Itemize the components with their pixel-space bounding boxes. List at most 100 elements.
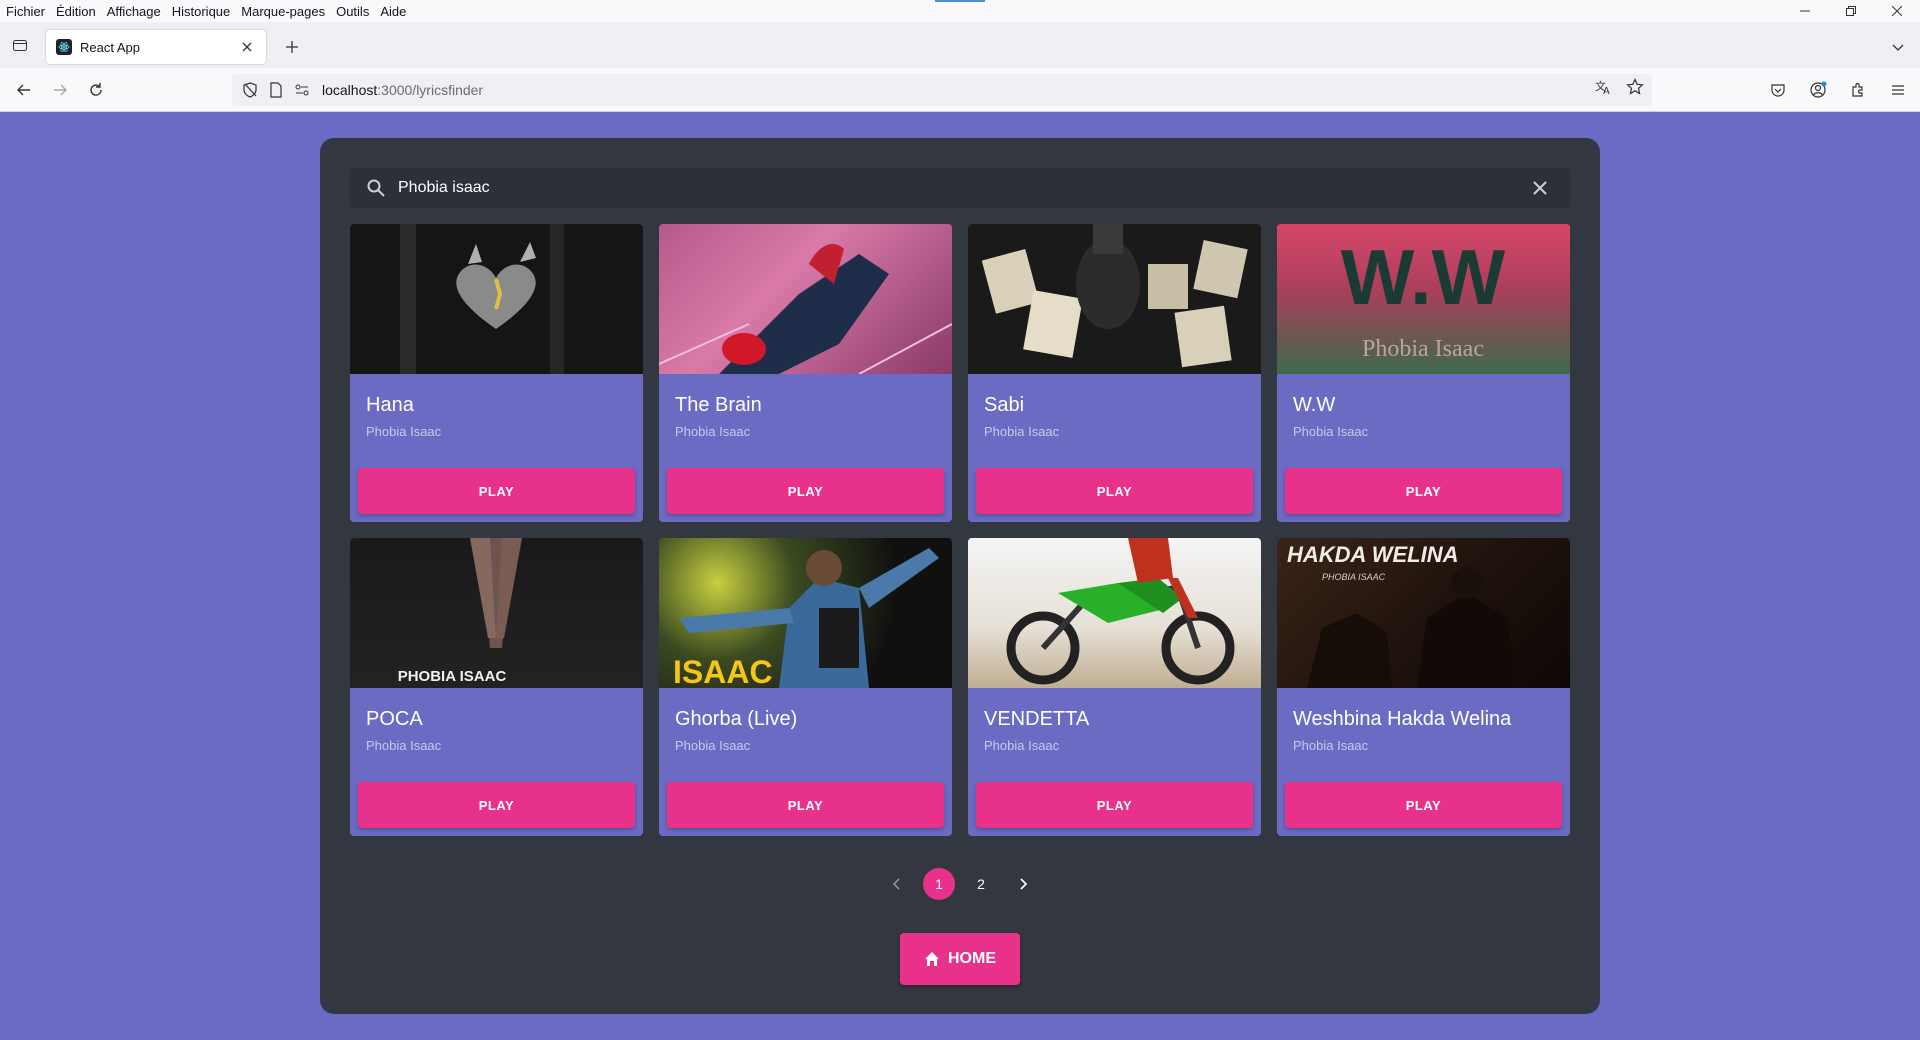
song-artist: Phobia Isaac (675, 738, 751, 753)
play-button[interactable]: PLAY (358, 782, 635, 828)
song-grid: Hana Phobia Isaac PLAY The Brain Phobia … (350, 224, 1571, 836)
page-info-icon[interactable] (268, 82, 284, 98)
album-art: PHOBIA ISAAC (350, 538, 643, 688)
menu-historique[interactable]: Historique (172, 4, 231, 19)
pocket-button[interactable] (1760, 74, 1796, 106)
close-icon (242, 42, 252, 52)
song-title: W.W (1293, 394, 1336, 416)
song-artist: Phobia Isaac (366, 424, 442, 439)
chevron-down-icon (1892, 44, 1904, 51)
url-host: localhost (322, 82, 378, 98)
menu-aide[interactable]: Aide (380, 4, 406, 19)
song-title: Hana (366, 394, 414, 416)
tab-title: React App (80, 39, 140, 55)
clear-search-button[interactable] (1526, 174, 1554, 202)
menu-bar: Fichier Édition Affichage Historique Mar… (0, 0, 1920, 22)
chevron-right-icon (1020, 878, 1028, 890)
bookmark-star-icon[interactable] (1626, 78, 1644, 96)
url-path: :3000/lyricsfinder (377, 82, 484, 98)
song-card: Sabi Phobia Isaac PLAY (968, 224, 1261, 522)
song-title: Weshbina Hakda Welina (1293, 708, 1512, 730)
menu-edition[interactable]: Édition (56, 4, 96, 19)
song-title: The Brain (675, 394, 762, 416)
tab-list-button[interactable] (0, 22, 40, 68)
song-card: ISAAC Ghorba (Live) Phobia Isaac PLAY (659, 538, 952, 836)
album-art-subtitle: PHOBIA ISAAC (1322, 572, 1386, 582)
translate-icon[interactable]: 文A (1594, 78, 1612, 96)
album-art-title: W.W (1341, 233, 1506, 321)
close-icon (1892, 6, 1902, 16)
pagination: 1 2 (320, 868, 1600, 900)
song-title: Sabi (984, 394, 1025, 416)
album-art-subtitle: Phobia Isaac (1362, 336, 1484, 362)
arrow-right-icon (54, 84, 67, 95)
play-button[interactable]: PLAY (667, 782, 944, 828)
album-art: HAKDA WELINA PHOBIA ISAAC (1277, 538, 1570, 688)
account-button[interactable] (1800, 74, 1836, 106)
navigation-bar: localhost:3000/lyricsfinder 文A (0, 68, 1920, 112)
play-button[interactable]: PLAY (667, 468, 944, 514)
home-button[interactable]: HOME (900, 933, 1020, 985)
previous-page-button[interactable] (881, 868, 913, 900)
song-card: W.W Phobia Isaac W.W Phobia Isaac PLAY (1277, 224, 1570, 522)
page-button-2[interactable]: 2 (965, 868, 997, 900)
song-artist: Phobia Isaac (1293, 424, 1369, 439)
menu-marque-pages[interactable]: Marque-pages (241, 4, 325, 19)
pocket-icon (1771, 84, 1785, 97)
restore-icon (1846, 6, 1856, 16)
home-icon (925, 952, 939, 966)
page-button-1[interactable]: 1 (923, 868, 955, 900)
play-button[interactable]: PLAY (1285, 782, 1562, 828)
play-button[interactable]: PLAY (976, 782, 1253, 828)
song-artist: Phobia Isaac (984, 424, 1060, 439)
song-artist: Phobia Isaac (675, 424, 751, 439)
react-logo-icon (56, 39, 72, 55)
album-art (350, 224, 643, 374)
hamburger-menu-icon (1892, 85, 1904, 95)
list-all-tabs-button[interactable] (1886, 35, 1910, 59)
new-tab-button[interactable] (280, 35, 304, 59)
search-input[interactable] (398, 179, 1526, 197)
album-art (968, 538, 1261, 688)
song-title: Ghorba (Live) (675, 708, 798, 730)
next-page-button[interactable] (1007, 868, 1039, 900)
tab-close-button[interactable] (238, 38, 256, 56)
menu-fichier[interactable]: Fichier (6, 4, 45, 19)
app-menu-button[interactable] (1880, 74, 1916, 106)
chevron-left-icon (892, 878, 900, 890)
album-art: ISAAC (659, 538, 952, 688)
back-button[interactable] (6, 74, 42, 106)
menu-affichage[interactable]: Affichage (107, 4, 161, 19)
arrow-left-icon (17, 84, 30, 95)
play-button[interactable]: PLAY (976, 468, 1253, 514)
play-button[interactable]: PLAY (358, 468, 635, 514)
close-window-button[interactable] (1874, 0, 1920, 22)
extensions-button[interactable] (1840, 74, 1876, 106)
album-art-title: ISAAC (673, 654, 773, 688)
album-art-title: PHOBIA ISAAC (398, 668, 507, 685)
drag-indicator (935, 0, 985, 2)
puzzle-icon (1852, 82, 1863, 97)
forward-button[interactable] (42, 74, 78, 106)
album-art (659, 224, 952, 374)
tab-list-icon (13, 40, 27, 51)
song-card: VENDETTA Phobia Isaac PLAY (968, 538, 1261, 836)
browser-tab[interactable]: React App (46, 30, 266, 64)
song-artist: Phobia Isaac (366, 738, 442, 753)
address-bar[interactable]: localhost:3000/lyricsfinder 文A (232, 74, 1652, 106)
minimize-button[interactable] (1782, 0, 1828, 22)
svg-text:A: A (1603, 86, 1610, 96)
search-icon (367, 179, 385, 197)
song-artist: Phobia Isaac (984, 738, 1060, 753)
restore-button[interactable] (1828, 0, 1874, 22)
minimize-icon (1800, 10, 1810, 12)
tracking-protection-icon[interactable] (242, 82, 258, 98)
play-button[interactable]: PLAY (1285, 468, 1562, 514)
song-card: HAKDA WELINA PHOBIA ISAAC Weshbina Hakda… (1277, 538, 1570, 836)
home-button-label: HOME (948, 950, 996, 967)
menu-outils[interactable]: Outils (336, 4, 369, 19)
reload-icon (90, 82, 102, 96)
reload-button[interactable] (78, 74, 114, 106)
permissions-icon[interactable] (294, 82, 310, 98)
account-icon (1810, 81, 1827, 98)
